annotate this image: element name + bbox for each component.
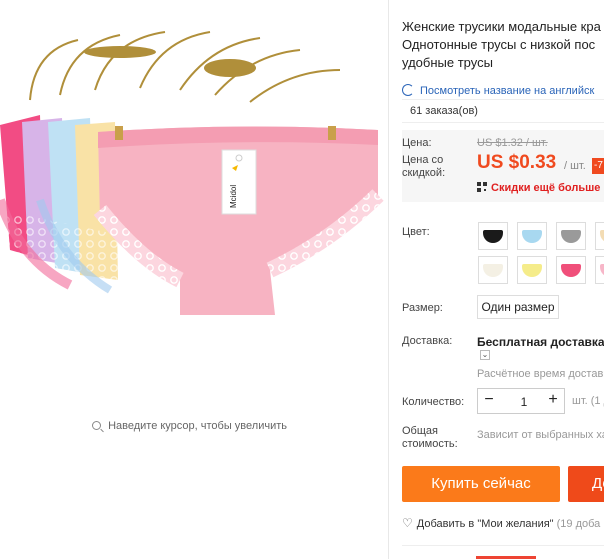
wishlist-text: Добавить в "Мои желания" (416, 518, 554, 530)
qr-code-icon (477, 182, 487, 192)
color-swatch-light-blue[interactable] (517, 222, 547, 250)
color-swatch-rose[interactable] (556, 256, 586, 284)
panel-divider (388, 0, 389, 559)
color-label: Цвет: (402, 226, 430, 238)
add-to-wishlist-link[interactable]: ♡ Добавить в "Мои желания" (19 доба (402, 516, 600, 530)
quantity-input[interactable] (504, 392, 544, 412)
orders-count: 61 заказа(ов) (402, 99, 604, 123)
product-main-image[interactable]: Mcidol (0, 10, 388, 330)
product-title-line: Женские трусики модальные кра (402, 19, 601, 34)
color-swatch-white[interactable] (478, 256, 508, 284)
discount-price: US $0.33 (477, 152, 557, 173)
color-swatch-black[interactable] (478, 222, 508, 250)
size-option-button[interactable]: Один размер (477, 295, 559, 319)
shipping-value: Бесплатная доставка в Р (477, 335, 604, 349)
heart-icon: ♡ (402, 516, 413, 530)
translate-link-text: Посмотреть название на английск (420, 85, 595, 97)
swatch-thumbnail (522, 264, 542, 277)
product-info-panel: Женские трусики модальные кра Однотонные… (402, 0, 604, 559)
product-title-line: Однотонные трусы с низкой пос (402, 37, 596, 52)
product-title: Женские трусики модальные кра Однотонные… (402, 18, 604, 72)
quantity-label: Количество: (402, 396, 465, 408)
price-label: Цена: (402, 137, 432, 149)
quantity-decrease-button[interactable]: − (478, 389, 500, 413)
old-price: US $1.32 / шт. (477, 137, 548, 149)
color-swatch-beige[interactable] (595, 222, 604, 250)
tag-brand-text: Mcidol (229, 185, 238, 208)
color-swatch-gray[interactable] (556, 222, 586, 250)
discount-price-label: Цена со скидкой: (402, 154, 445, 180)
product-title-line: удобные трусы (402, 55, 493, 70)
discount-price-label-line: скидкой: (402, 167, 446, 179)
swatch-thumbnail (522, 230, 542, 243)
size-label: Размер: (402, 302, 443, 314)
swatch-thumbnail (561, 230, 581, 243)
swatch-thumbnail (561, 264, 581, 277)
swatch-thumbnail (600, 264, 604, 277)
total-label-line: Общая (402, 425, 438, 437)
product-gallery: Mcidol Наведите курсор, чтобы увеличить (0, 0, 388, 559)
quantity-stepper: − + (477, 388, 565, 414)
shipping-estimate: Расчётное время доставк (477, 368, 604, 380)
translate-icon (402, 84, 414, 96)
total-label: Общая стоимость: (402, 425, 458, 451)
total-value: Зависит от выбранных ха (477, 429, 604, 441)
swatch-thumbnail (600, 230, 604, 243)
magnifier-icon (92, 421, 101, 430)
price-unit: / шт. (564, 160, 586, 172)
hanger-group (29, 31, 341, 103)
app-coupon-text: Скидки ещё больше в (491, 182, 604, 194)
app-coupon-link[interactable]: Скидки ещё больше в (477, 182, 604, 194)
discount-price-label-line: Цена со (402, 154, 444, 166)
total-label-line: стоимость: (402, 438, 458, 450)
swatch-thumbnail (483, 230, 503, 243)
translate-title-link[interactable]: Посмотреть название на английск (402, 84, 594, 97)
swatch-thumbnail (483, 264, 503, 277)
zoom-hint: Наведите курсор, чтобы увеличить (92, 420, 287, 432)
wishlist-count: (19 доба (556, 518, 601, 530)
discount-badge: -7 (592, 158, 604, 174)
color-swatch-pink[interactable] (595, 256, 604, 284)
zoom-hint-text: Наведите курсор, чтобы увеличить (108, 420, 287, 432)
chevron-down-icon[interactable]: ⌄ (480, 350, 490, 360)
add-to-cart-button[interactable]: До (568, 466, 604, 502)
color-swatch-yellow[interactable] (517, 256, 547, 284)
quantity-increase-button[interactable]: + (542, 389, 564, 413)
buy-now-button[interactable]: Купить сейчас (402, 466, 560, 502)
shipping-label: Доставка: (402, 335, 453, 347)
quantity-unit: шт. (1 д (572, 395, 604, 407)
